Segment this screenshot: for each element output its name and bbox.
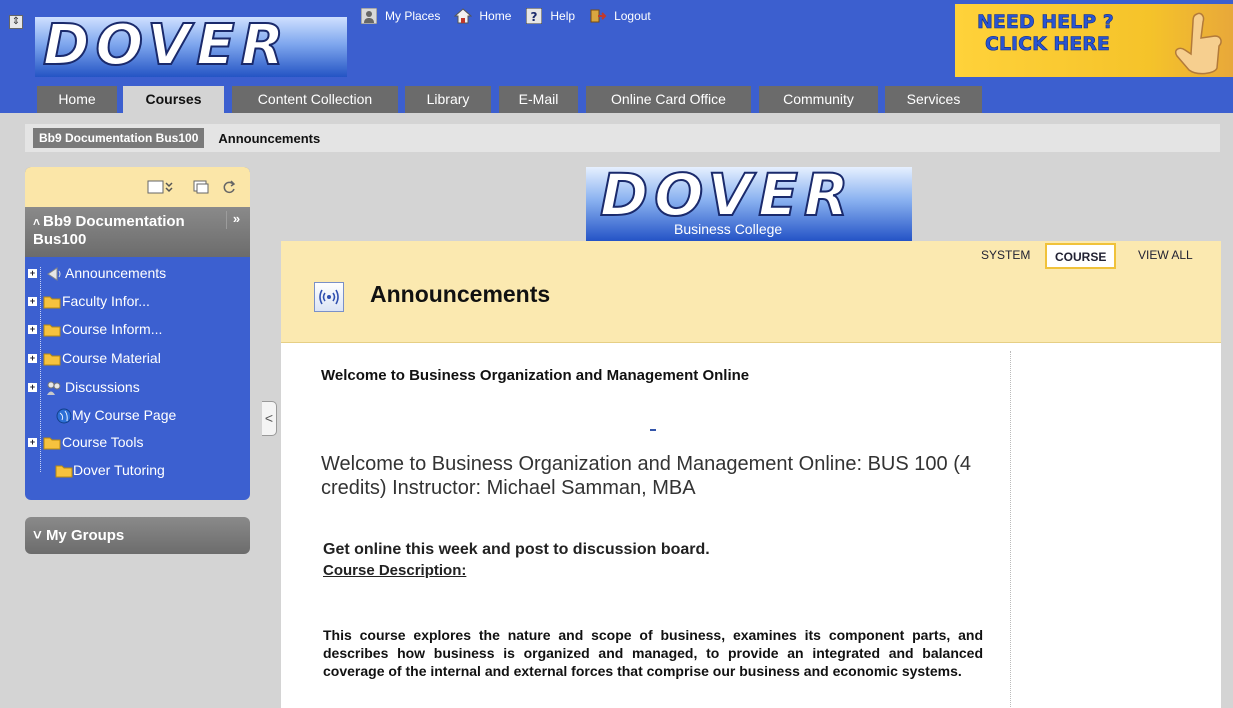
content-divider: [1010, 351, 1011, 708]
menu-item-announcements[interactable]: + Announcements: [25, 261, 250, 287]
page-title: Announcements: [370, 281, 551, 307]
menu-item-course-material[interactable]: + Course Material: [25, 346, 250, 372]
folder-icon: [43, 353, 61, 366]
menu-title-bar: ˄ Bb9 Documentation Bus100 »: [25, 207, 250, 257]
tab-email[interactable]: E-Mail: [499, 86, 578, 113]
person-icon: [360, 7, 378, 25]
new-window-icon[interactable]: [193, 180, 209, 194]
menu-item-discussions[interactable]: + Discussions: [25, 375, 250, 401]
view-system-button[interactable]: SYSTEM: [973, 243, 1038, 269]
my-groups-label: My Groups: [45, 527, 125, 544]
banner-logo-text: DOVER: [599, 167, 855, 230]
expand-menu-icon[interactable]: »: [226, 211, 246, 229]
my-groups-panel[interactable]: ˅ My Groups: [25, 517, 250, 554]
menu-item-my-course-page[interactable]: My Course Page: [25, 403, 250, 429]
refresh-icon[interactable]: [221, 180, 237, 194]
breadcrumb: Bb9 Documentation Bus100 Announcements: [25, 124, 1220, 152]
announcement-icon: [47, 267, 61, 281]
menu-item-course-tools[interactable]: + Course Tools: [25, 430, 250, 456]
tab-content-collection[interactable]: Content Collection: [232, 86, 398, 113]
expand-plus-icon: +: [28, 324, 37, 334]
banner-subtitle: Business College: [674, 221, 783, 237]
my-places-label: My Places: [385, 9, 441, 23]
collapse-chevron-icon: ˄: [33, 215, 41, 229]
menu-toolbar: [25, 167, 250, 207]
tab-courses[interactable]: Courses: [123, 86, 224, 113]
my-places-link[interactable]: My Places: [360, 7, 440, 25]
separator-mark: [650, 429, 656, 431]
folder-icon: [43, 324, 61, 337]
expand-chevron-icon: ˅: [33, 527, 46, 544]
menu-item-label: Dover Tutoring: [73, 462, 165, 478]
click-here-text: CLICK HERE: [985, 33, 1111, 56]
tab-toggle-icon[interactable]: ⇕: [9, 15, 23, 29]
menu-item-label: My Course Page: [72, 407, 177, 423]
tab-services[interactable]: Services: [885, 86, 982, 113]
need-help-banner[interactable]: NEED HELP ? CLICK HERE: [955, 4, 1233, 77]
content-area: Announcements SYSTEM COURSE VIEW ALL Wel…: [281, 241, 1221, 708]
announcement-welcome-text: Welcome to Business Organization and Man…: [321, 453, 971, 499]
home-label: Home: [479, 9, 512, 23]
top-links: My Places Home ? Help Logout: [360, 7, 657, 25]
help-link[interactable]: ? Help: [525, 7, 575, 25]
announcement-broadcast-icon: [314, 282, 344, 312]
announcement-instruction: Get online this week and post to discuss…: [323, 541, 710, 558]
logo-text: DOVER: [42, 17, 290, 77]
logout-link[interactable]: Logout: [589, 7, 651, 25]
menu-item-label: Course Material: [62, 350, 161, 366]
course-description-text: This course explores the nature and scop…: [323, 627, 983, 679]
announcement-title: Welcome to Business Organization and Man…: [321, 367, 750, 384]
content-header: Announcements SYSTEM COURSE VIEW ALL: [281, 241, 1221, 343]
breadcrumb-current: Announcements: [218, 130, 321, 146]
need-help-text: NEED HELP ?: [977, 11, 1114, 34]
logout-label: Logout: [614, 9, 651, 23]
course-banner: DOVER Business College: [586, 167, 912, 241]
menu-item-label: Course Tools: [62, 434, 144, 450]
logout-icon: [589, 7, 607, 25]
menu-item-dover-tutoring[interactable]: Dover Tutoring: [25, 458, 250, 484]
folder-icon: [43, 296, 61, 309]
tab-library[interactable]: Library: [405, 86, 491, 113]
folder-icon: [55, 465, 73, 478]
folder-icon: [43, 437, 61, 450]
help-icon: ?: [525, 7, 543, 25]
svg-text:?: ?: [531, 10, 538, 24]
top-header: DOVER My Places Home ? Help Logout NEED …: [0, 0, 1233, 80]
expand-plus-icon: +: [28, 296, 37, 306]
tab-home[interactable]: Home: [37, 86, 117, 113]
globe-icon: [56, 408, 72, 424]
discussion-icon: [47, 381, 61, 395]
dover-logo[interactable]: DOVER: [35, 17, 347, 77]
collapse-sidebar-button[interactable]: <: [262, 401, 277, 436]
menu-item-label: Faculty Infor...: [62, 293, 150, 309]
tab-online-card-office[interactable]: Online Card Office: [586, 86, 751, 113]
menu-item-faculty-info[interactable]: + Faculty Infor...: [25, 289, 250, 315]
course-menu: ˄ Bb9 Documentation Bus100 » + Announceme…: [25, 167, 250, 500]
home-link[interactable]: Home: [454, 7, 511, 25]
menu-title-text: Bb9 Documentation Bus100: [33, 213, 185, 248]
tab-community[interactable]: Community: [759, 86, 878, 113]
expand-plus-icon: +: [28, 268, 37, 278]
menu-item-label: Announcements: [65, 265, 167, 281]
menu-title[interactable]: ˄ Bb9 Documentation Bus100: [33, 213, 223, 249]
expand-plus-icon: +: [28, 353, 37, 363]
view-all-button[interactable]: VIEW ALL: [1130, 243, 1201, 269]
menu-item-course-info[interactable]: + Course Inform...: [25, 317, 250, 343]
help-label: Help: [550, 9, 576, 23]
menu-item-label: Discussions: [65, 379, 140, 395]
menu-item-label: Course Inform...: [62, 321, 163, 337]
pointing-hand-icon: [1174, 12, 1222, 75]
view-course-button[interactable]: COURSE: [1045, 243, 1117, 269]
expand-plus-icon: +: [28, 382, 37, 392]
expand-plus-icon: +: [28, 437, 37, 447]
course-description-heading: Course Description:: [323, 562, 467, 579]
display-options-icon[interactable]: [147, 180, 175, 194]
breadcrumb-course-link[interactable]: Bb9 Documentation Bus100: [33, 128, 205, 148]
house-icon: [454, 7, 473, 25]
